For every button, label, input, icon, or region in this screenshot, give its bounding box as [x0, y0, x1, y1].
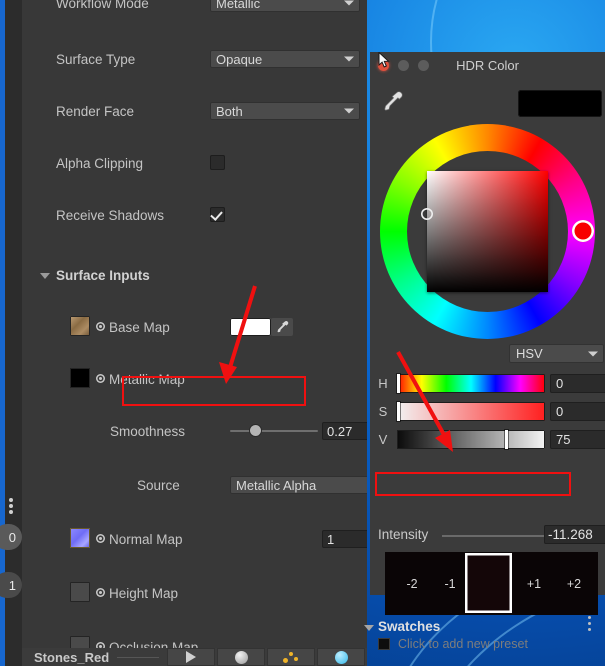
- annotation-arrow-to-intensity: [396, 351, 453, 452]
- annotation-arrow-to-emission-map: [219, 285, 257, 384]
- screen: 0 1 Workflow Mode Metallic Surface Type …: [0, 0, 605, 666]
- annotation-arrows: [219, 285, 453, 452]
